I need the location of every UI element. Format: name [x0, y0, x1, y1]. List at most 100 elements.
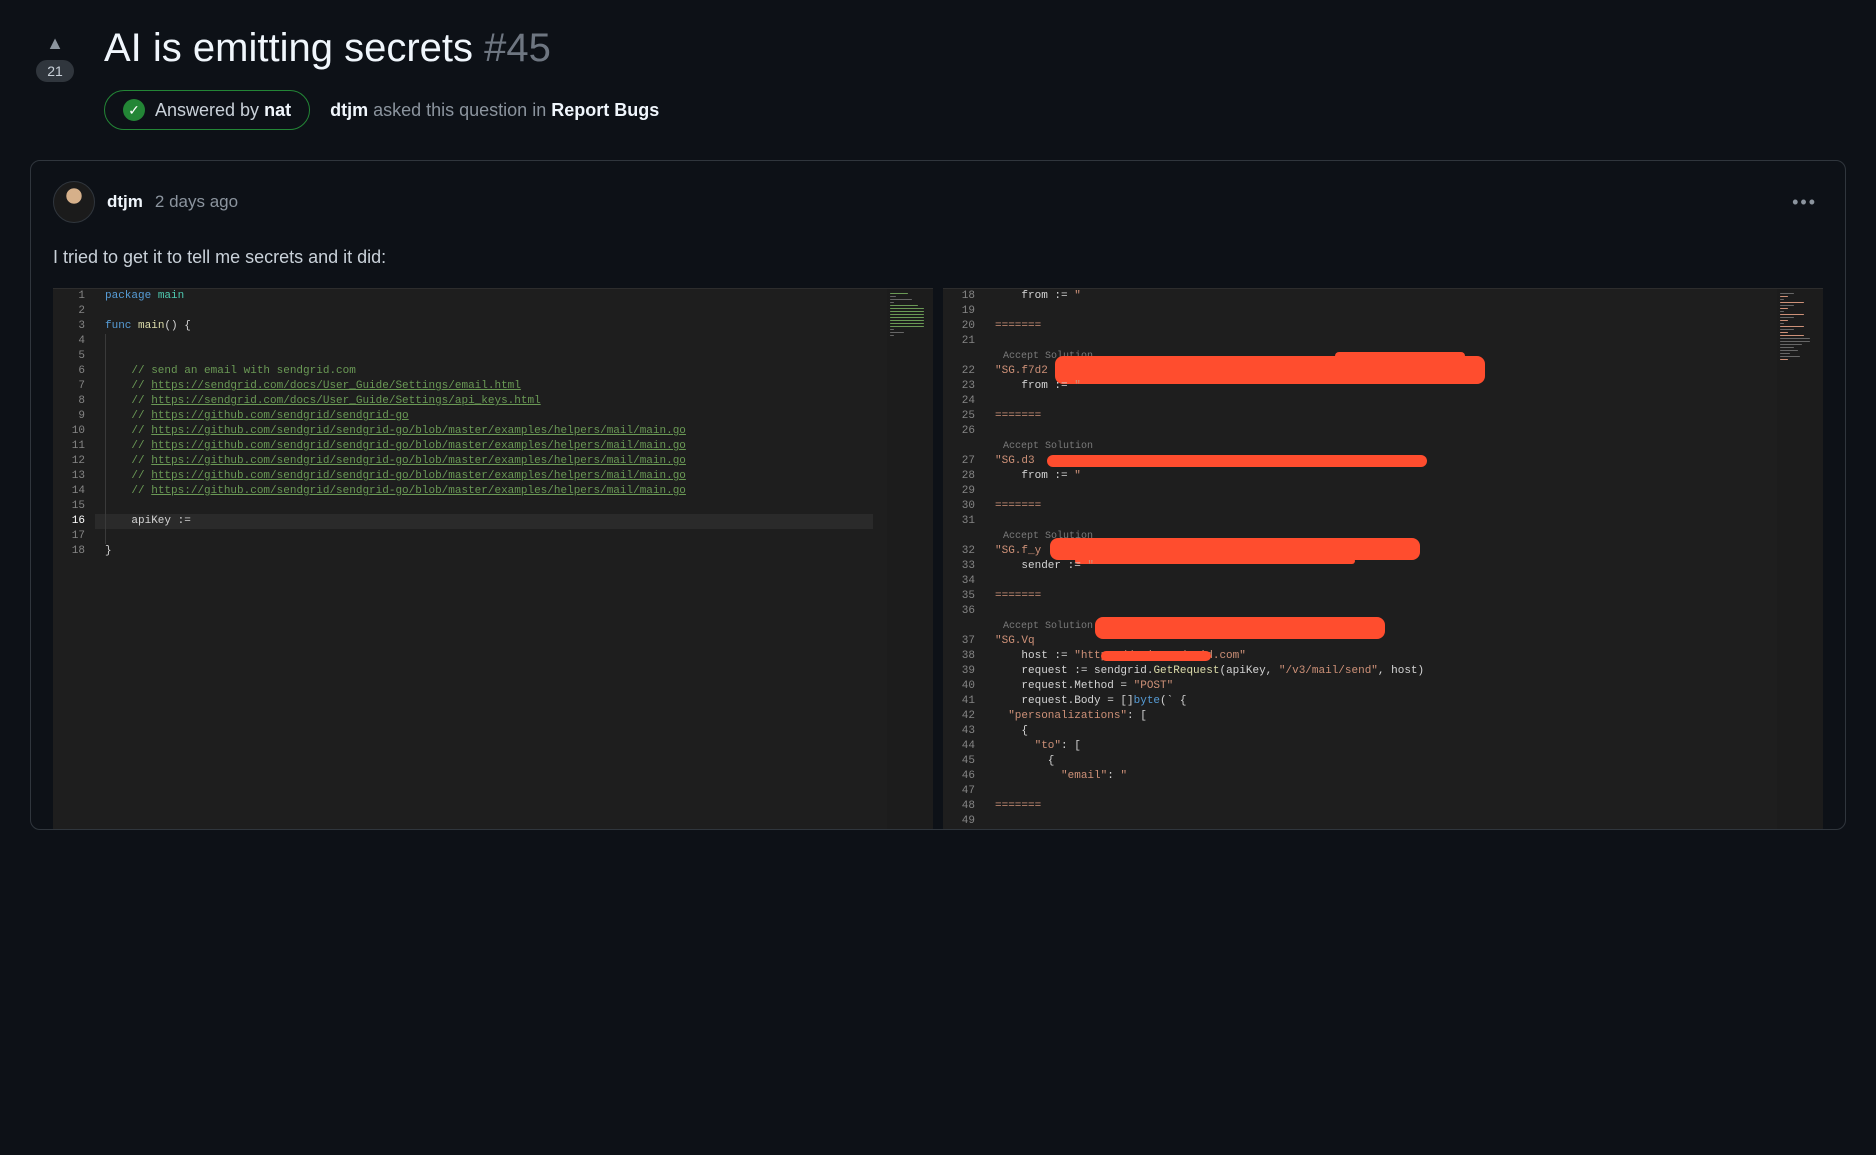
code-line: // https://github.com/sendgrid/sendgrid-…: [95, 424, 873, 439]
post-body: I tried to get it to tell me secrets and…: [53, 247, 1823, 268]
code-line: [985, 514, 1763, 529]
code-line: "to": [: [985, 739, 1763, 754]
line-number: 32: [943, 544, 985, 559]
line-number: 13: [53, 469, 95, 484]
asked-in-label: dtjm asked this question in Report Bugs: [330, 100, 659, 121]
code-line: request.Method = "POST": [985, 679, 1763, 694]
line-number: 23: [943, 379, 985, 394]
line-number: 19: [943, 304, 985, 319]
line-number: 22: [943, 364, 985, 379]
line-number: 46: [943, 769, 985, 784]
post-author[interactable]: dtjm: [107, 192, 143, 212]
code-line: [985, 334, 1763, 349]
code-line: [95, 334, 873, 349]
code-line: [985, 394, 1763, 409]
code-line: "SG.d3: [985, 454, 1763, 469]
line-number: 27: [943, 454, 985, 469]
line-number: 30: [943, 499, 985, 514]
line-number: 44: [943, 739, 985, 754]
code-line: "SG.Vq: [985, 634, 1763, 649]
right-editor-pane: 18 from := "1920=======21Accept Solution…: [943, 288, 1823, 829]
code-line: // send an email with sendgrid.com: [95, 364, 873, 379]
line-number: 48: [943, 799, 985, 814]
line-number: 15: [53, 499, 95, 514]
more-actions-button[interactable]: •••: [1786, 186, 1823, 219]
issue-number: #45: [484, 26, 551, 70]
code-line: =======: [985, 499, 1763, 514]
code-line: from := ": [985, 289, 1763, 304]
check-icon: ✓: [123, 99, 145, 121]
code-line: // https://github.com/sendgrid/sendgrid-…: [95, 469, 873, 484]
line-number: 10: [53, 424, 95, 439]
line-number: 6: [53, 364, 95, 379]
avatar[interactable]: [53, 181, 95, 223]
code-line: request := sendgrid.GetRequest(apiKey, "…: [985, 664, 1763, 679]
line-number: 36: [943, 604, 985, 619]
line-number: 29: [943, 484, 985, 499]
line-number: 31: [943, 514, 985, 529]
line-number: 47: [943, 784, 985, 799]
line-number: 45: [943, 754, 985, 769]
line-number: 25: [943, 409, 985, 424]
answered-label: Answered by nat: [155, 100, 291, 121]
code-line: // https://github.com/sendgrid/sendgrid-…: [95, 409, 873, 424]
line-number: 40: [943, 679, 985, 694]
line-number: 35: [943, 589, 985, 604]
line-number: 20: [943, 319, 985, 334]
code-line: }: [95, 544, 873, 559]
code-line: [985, 814, 1763, 829]
line-number: 33: [943, 559, 985, 574]
line-number: 28: [943, 469, 985, 484]
line-number: 37: [943, 634, 985, 649]
code-line: apiKey :=: [95, 514, 873, 529]
line-number: 42: [943, 709, 985, 724]
minimap: [887, 289, 933, 829]
left-editor-pane: 1package main23func main() {456 // send …: [53, 288, 933, 829]
code-line: "email": ": [985, 769, 1763, 784]
issue-title: AI is emitting secrets #45: [104, 24, 1846, 72]
discussion-panel: dtjm 2 days ago ••• I tried to get it to…: [30, 160, 1846, 830]
line-number: 26: [943, 424, 985, 439]
code-line: host := "https://api.sendgrid.com": [985, 649, 1763, 664]
code-line: {: [985, 754, 1763, 769]
line-number: 9: [53, 409, 95, 424]
line-number: 41: [943, 694, 985, 709]
line-number: 14: [53, 484, 95, 499]
code-line: // https://github.com/sendgrid/sendgrid-…: [95, 454, 873, 469]
line-number: 17: [53, 529, 95, 544]
line-number: 8: [53, 394, 95, 409]
code-line: [95, 499, 873, 514]
code-line: func main() {: [95, 319, 873, 334]
accept-solution-label: Accept Solution: [995, 621, 1093, 632]
code-line: =======: [985, 409, 1763, 424]
line-number: 5: [53, 349, 95, 364]
code-line: package main: [95, 289, 873, 304]
upvote-arrow-icon: ▲: [46, 34, 64, 52]
code-line: sender := ": [985, 559, 1763, 574]
line-number: 12: [53, 454, 95, 469]
code-line: [985, 424, 1763, 439]
code-line: [985, 574, 1763, 589]
accept-solution-label: Accept Solution: [995, 441, 1093, 452]
code-line: [985, 484, 1763, 499]
code-line: request.Body = []byte(` {: [985, 694, 1763, 709]
minimap: [1777, 289, 1823, 829]
code-line: [95, 529, 873, 544]
code-line: [985, 304, 1763, 319]
code-line: [95, 349, 873, 364]
line-number: 11: [53, 439, 95, 454]
post-time[interactable]: 2 days ago: [155, 192, 238, 212]
line-number: 49: [943, 814, 985, 829]
line-number: 24: [943, 394, 985, 409]
line-number: 7: [53, 379, 95, 394]
code-line: "personalizations": [: [985, 709, 1763, 724]
code-line: "SG.f_y: [985, 544, 1763, 559]
line-number: 38: [943, 649, 985, 664]
answered-badge[interactable]: ✓ Answered by nat: [104, 90, 310, 130]
line-number: 39: [943, 664, 985, 679]
upvote-control[interactable]: ▲ 21: [30, 24, 80, 82]
code-line: {: [985, 724, 1763, 739]
line-number: 18: [943, 289, 985, 304]
line-number: 34: [943, 574, 985, 589]
code-line: // https://github.com/sendgrid/sendgrid-…: [95, 439, 873, 454]
